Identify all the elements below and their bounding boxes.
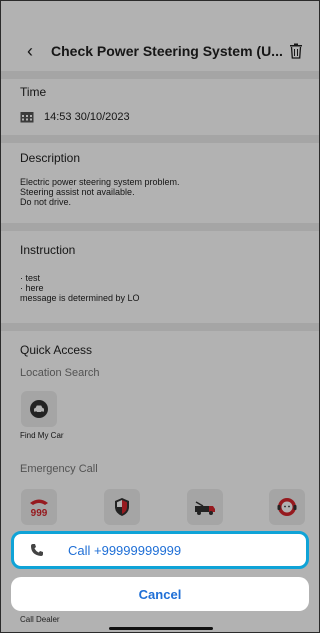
- calendar-icon: [20, 112, 34, 123]
- section-divider: [1, 323, 319, 331]
- back-button[interactable]: ‹: [17, 41, 43, 62]
- shield-icon: [115, 498, 129, 516]
- time-label: Time: [20, 85, 47, 99]
- description-label: Description: [20, 151, 81, 165]
- time-section: Time 14:53 30/10/2023: [1, 79, 319, 135]
- 999-phone-icon: 999: [30, 499, 48, 518]
- emergency-call-label: Emergency Call: [20, 463, 98, 475]
- emergency-support-button[interactable]: [269, 489, 305, 525]
- instruction-line: · test: [20, 273, 41, 283]
- page-title: Check Power Steering System (U...: [51, 43, 283, 59]
- car-search-icon: [30, 400, 48, 418]
- top-bar: ‹ Check Power Steering System (U...: [1, 31, 319, 71]
- instruction-text: · test · here message is determined by L…: [20, 273, 319, 303]
- time-row: 14:53 30/10/2023: [20, 111, 319, 123]
- find-my-car-button[interactable]: [21, 391, 57, 427]
- time-value: 14:53 30/10/2023: [44, 111, 130, 123]
- section-divider: [1, 135, 319, 143]
- chevron-left-icon: ‹: [27, 40, 33, 61]
- screen: ‹ Check Power Steering System (U... Time: [0, 0, 320, 633]
- delete-button[interactable]: [285, 43, 307, 59]
- instruction-section: Instruction · test · here message is det…: [1, 231, 319, 323]
- support-agent-icon: [277, 498, 297, 516]
- svg-text:999: 999: [31, 508, 48, 518]
- cancel-button[interactable]: Cancel: [11, 577, 309, 611]
- call-label: Call +99999999999: [68, 542, 182, 558]
- call-button[interactable]: Call +99999999999: [11, 531, 309, 569]
- location-search-label: Location Search: [20, 367, 100, 379]
- phone-icon: [30, 543, 48, 557]
- call-dealer-label: Call Dealer: [20, 615, 60, 624]
- emergency-999-button[interactable]: 999: [21, 489, 57, 525]
- instruction-label: Instruction: [20, 243, 76, 257]
- emergency-security-button[interactable]: [104, 489, 140, 525]
- instruction-line: · here: [20, 283, 44, 293]
- tow-truck-icon: [195, 501, 215, 515]
- description-section: Description Electric power steering syst…: [1, 143, 319, 223]
- home-indicator: [109, 627, 213, 630]
- description-line: Electric power steering system problem.: [20, 177, 180, 187]
- description-text: Electric power steering system problem. …: [20, 177, 319, 207]
- emergency-tow-button[interactable]: [187, 489, 223, 525]
- quick-access-label: Quick Access: [20, 343, 93, 357]
- description-line: Steering assist not available.: [20, 187, 135, 197]
- trash-icon: [290, 43, 302, 59]
- section-divider: [1, 71, 319, 79]
- instruction-line: message is determined by LO: [20, 293, 140, 303]
- find-my-car-label: Find My Car: [20, 431, 64, 440]
- section-divider: [1, 223, 319, 231]
- description-line: Do not drive.: [20, 197, 72, 207]
